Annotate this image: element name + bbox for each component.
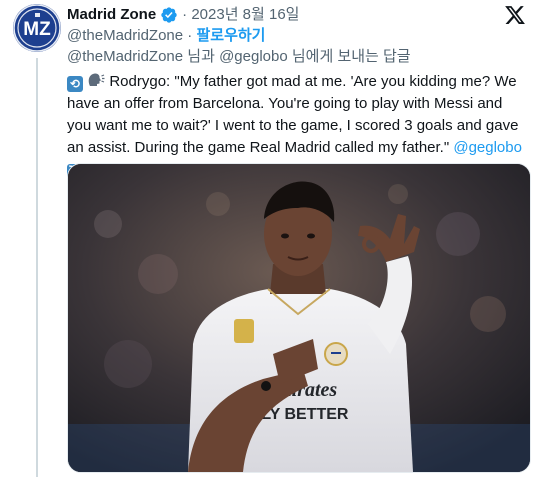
date-text: 2023년 8월 16일	[191, 6, 300, 23]
tweet-card: MZ Madrid Zone · 2023년 8월 16일 @theMadrid…	[0, 0, 540, 477]
handle-row: @theMadridZone · 팔로우하기	[67, 26, 265, 46]
reply-handle-self[interactable]: @theMadridZone	[67, 48, 183, 65]
verified-badge-icon	[160, 6, 178, 24]
tweet-photo[interactable]: Emirates FLY BETTER	[67, 163, 531, 473]
tweet-text-main: Rodrygo: "My father got mad at me. 'Are …	[67, 73, 519, 156]
handle-separator: ·	[187, 27, 193, 44]
reply-word-1: 님과	[187, 48, 215, 65]
repeat-arrow-emoji: ⟲	[67, 76, 83, 92]
tweet-header: Madrid Zone · 2023년 8월 16일	[67, 5, 299, 25]
follow-button[interactable]: 팔로우하기	[196, 27, 265, 44]
date-separator: ·	[182, 6, 188, 23]
reply-handle-other[interactable]: @geglobo	[219, 48, 288, 65]
x-logo-icon[interactable]	[504, 4, 526, 26]
display-name[interactable]: Madrid Zone	[67, 5, 156, 25]
handle[interactable]: @theMadridZone	[67, 27, 183, 44]
reply-word-2: 님에게 보내는 답글	[291, 48, 411, 65]
tweet-date[interactable]: · 2023년 8월 16일	[182, 5, 299, 25]
madrid-zone-logo-icon: MZ	[13, 4, 61, 52]
avatar[interactable]: MZ	[13, 4, 61, 52]
mention-link[interactable]: @geglobo	[453, 139, 522, 156]
svg-text:MZ: MZ	[23, 19, 51, 40]
speaking-head-emoji	[87, 72, 105, 88]
thread-line	[36, 58, 38, 477]
player-photo-image: Emirates FLY BETTER	[68, 164, 530, 472]
reply-context: @theMadridZone 님과 @geglobo 님에게 보내는 답글	[67, 47, 411, 67]
